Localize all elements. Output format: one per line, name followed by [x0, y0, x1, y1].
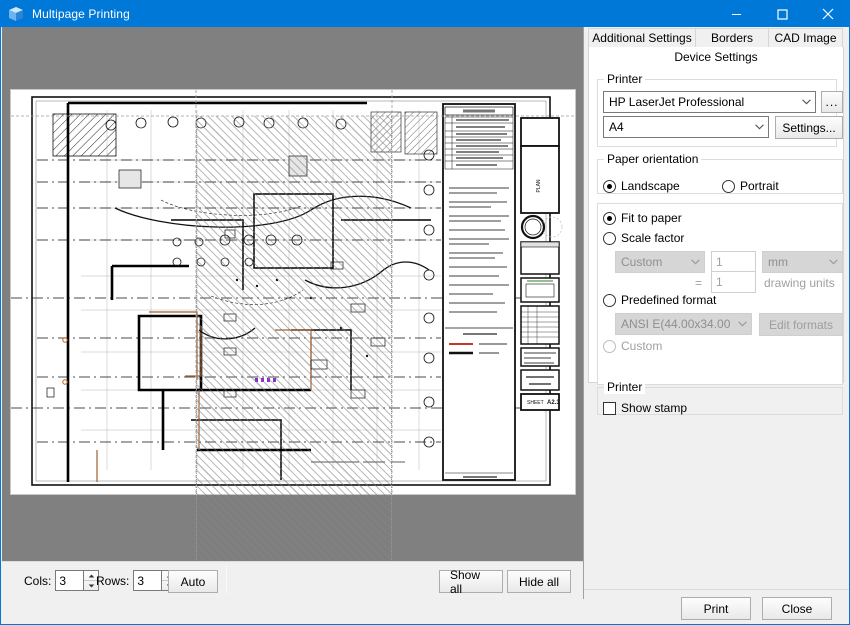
hide-all-button[interactable]: Hide all: [507, 570, 571, 593]
title-bar: Multipage Printing: [1, 1, 849, 27]
window-controls: [713, 1, 849, 27]
radio-fit-to-paper-label: Fit to paper: [621, 211, 682, 225]
auto-layout-group: Auto: [168, 570, 218, 593]
scale-preset-value: Custom: [621, 255, 663, 269]
cols-label: Cols:: [24, 573, 52, 588]
rows-control: Rows:: [96, 570, 178, 591]
scale-unit-value: mm: [768, 255, 788, 269]
svg-text:SHEET: SHEET: [527, 400, 544, 406]
printer-select[interactable]: HP LaserJet Professional: [603, 91, 816, 113]
svg-text:A2.3: A2.3: [547, 400, 560, 406]
show-all-button[interactable]: Show all: [439, 568, 503, 596]
radio-scale-factor[interactable]: Scale factor: [603, 231, 684, 245]
radio-portrait-mark: [722, 179, 735, 193]
close-button[interactable]: Close: [762, 597, 832, 620]
radio-custom-label: Custom: [621, 339, 663, 353]
printer-settings-button[interactable]: Settings...: [775, 116, 843, 139]
tab-cad-image[interactable]: CAD Image: [768, 28, 843, 47]
radio-landscape-label: Landscape: [621, 179, 680, 193]
radio-predefined-format-mark: [603, 293, 616, 307]
scale-preset-select[interactable]: Custom: [615, 251, 705, 273]
print-preview-pane[interactable]: PLAN SHEET A2.3: [2, 27, 583, 561]
window-title: Multipage Printing: [32, 7, 130, 21]
edit-formats-button[interactable]: Edit formats: [759, 313, 843, 336]
paper-orientation-group-title: Paper orientation: [604, 152, 702, 166]
stamp-group-title: Printer: [604, 380, 646, 394]
chevron-down-icon[interactable]: [687, 259, 704, 265]
radio-scale-factor-mark: [603, 231, 616, 245]
cube-icon: [5, 3, 27, 25]
predefined-format-value: ANSI E(44.00x34.00 Inches): [621, 317, 734, 331]
paper-size-select[interactable]: A4: [603, 116, 769, 138]
show-stamp-label: Show stamp: [621, 401, 688, 415]
panel-splitter[interactable]: [583, 27, 586, 599]
tab-row-1: Additional Settings Borders CAD Image: [588, 28, 844, 47]
chevron-down-icon[interactable]: [825, 259, 842, 265]
settings-tabs: Additional Settings Borders CAD Image De…: [588, 28, 844, 66]
drawing-units-label: drawing units: [764, 276, 835, 290]
tab-device-settings[interactable]: Device Settings: [588, 47, 844, 66]
tab-additional-settings[interactable]: Additional Settings: [588, 28, 696, 47]
auto-button[interactable]: Auto: [168, 570, 218, 593]
radio-landscape[interactable]: Landscape: [603, 179, 680, 193]
radio-portrait[interactable]: Portrait: [722, 179, 779, 193]
radio-predefined-format-label: Predefined format: [621, 293, 717, 307]
preview-toolbar: Cols: Rows:: [2, 561, 583, 599]
maximize-icon[interactable]: [759, 1, 805, 27]
radio-portrait-label: Portrait: [740, 179, 779, 193]
radio-fit-to-paper[interactable]: Fit to paper: [603, 211, 682, 225]
scale-unit-select[interactable]: mm: [762, 251, 843, 273]
printer-browse-button[interactable]: ...: [821, 91, 843, 113]
radio-predefined-format[interactable]: Predefined format: [603, 293, 716, 307]
tab-borders[interactable]: Borders: [695, 28, 769, 47]
radio-scale-factor-label: Scale factor: [621, 231, 685, 245]
printer-group-title: Printer: [604, 72, 646, 86]
device-settings-page: Printer HP LaserJet Professional ... A4 …: [588, 65, 844, 415]
show-stamp-checkbox[interactable]: Show stamp: [603, 401, 687, 415]
rows-label: Rows:: [96, 573, 130, 588]
show-stamp-checkbox-mark: [603, 401, 616, 415]
chevron-down-icon[interactable]: [751, 124, 768, 130]
close-icon[interactable]: [805, 1, 849, 27]
printer-select-value: HP LaserJet Professional: [609, 95, 745, 109]
svg-text:PLAN: PLAN: [536, 179, 542, 192]
print-button[interactable]: Print: [681, 597, 751, 620]
paper-size-value: A4: [609, 120, 624, 134]
multipage-printing-window: Multipage Printing PLAN SHEET A2.3 Cols:…: [0, 0, 850, 625]
scale-numerator-input[interactable]: [711, 251, 756, 273]
tab-row-2: Device Settings: [588, 47, 844, 66]
cols-control: Cols:: [24, 570, 100, 591]
cols-input[interactable]: [55, 570, 84, 591]
radio-custom-mark: [603, 339, 616, 353]
preview-paper[interactable]: PLAN SHEET A2.3: [11, 90, 575, 561]
minimize-icon[interactable]: [713, 1, 759, 27]
radio-landscape-mark: [603, 179, 616, 193]
chevron-down-icon[interactable]: [734, 321, 751, 327]
equals-sign: =: [695, 276, 703, 290]
settings-scrollbar[interactable]: [845, 27, 849, 357]
rows-input[interactable]: [133, 570, 162, 591]
radio-fit-to-paper-mark: [603, 211, 616, 225]
scale-denominator-input[interactable]: [711, 271, 756, 293]
toolbar-separator: [226, 566, 227, 594]
chevron-down-icon[interactable]: [798, 99, 815, 105]
predefined-format-select[interactable]: ANSI E(44.00x34.00 Inches): [615, 313, 752, 335]
cad-drawing: PLAN SHEET A2.3: [11, 90, 575, 494]
cols-stepper[interactable]: [55, 570, 100, 591]
radio-custom[interactable]: Custom: [603, 339, 662, 353]
dialog-footer: Print Close: [584, 589, 849, 624]
settings-panel: Additional Settings Borders CAD Image De…: [587, 27, 849, 599]
